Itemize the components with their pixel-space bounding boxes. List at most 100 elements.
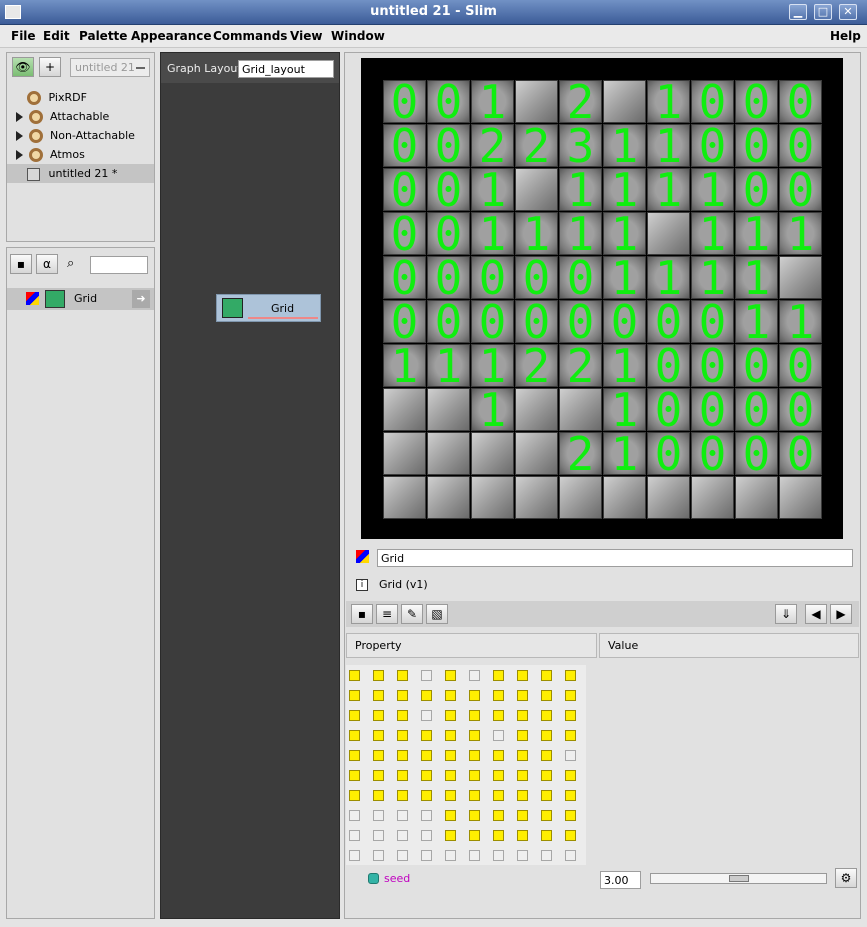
- cell-checkbox[interactable]: [373, 670, 384, 681]
- grid-cell[interactable]: [515, 432, 558, 475]
- grid-cell[interactable]: [515, 476, 558, 519]
- cell-checkbox[interactable]: [373, 850, 384, 861]
- cell-checkbox[interactable]: [493, 830, 504, 841]
- cell-checkbox[interactable]: [493, 850, 504, 861]
- library-combo[interactable]: untitled 21: [70, 58, 150, 77]
- cell-checkbox[interactable]: [349, 770, 360, 781]
- cell-checkbox[interactable]: [493, 790, 504, 801]
- cell-checkbox[interactable]: [469, 830, 480, 841]
- cell-checkbox[interactable]: [349, 750, 360, 761]
- list-icon-button[interactable]: ≡: [376, 604, 398, 624]
- grid-cell[interactable]: 0: [383, 256, 426, 299]
- grid-cell[interactable]: [515, 80, 558, 123]
- expand-arrow-icon[interactable]: [16, 112, 23, 122]
- grid-cell[interactable]: 2: [559, 80, 602, 123]
- grid-cell[interactable]: [383, 388, 426, 431]
- expand-arrow-icon[interactable]: [16, 150, 23, 160]
- cell-checkbox[interactable]: [445, 750, 456, 761]
- grid-cell[interactable]: 0: [383, 80, 426, 123]
- cell-checkbox[interactable]: [469, 850, 480, 861]
- grid-cell[interactable]: 1: [647, 80, 690, 123]
- settings-gear-button[interactable]: ⚙: [835, 868, 857, 888]
- search-input[interactable]: [90, 256, 148, 274]
- cell-checkbox[interactable]: [421, 670, 432, 681]
- grid-cell[interactable]: 0: [735, 388, 778, 431]
- cell-checkbox[interactable]: [565, 750, 576, 761]
- menu-commands[interactable]: Commands: [213, 29, 287, 43]
- cell-checkbox[interactable]: [397, 770, 408, 781]
- grid-cell[interactable]: [603, 476, 646, 519]
- cell-checkbox[interactable]: [565, 810, 576, 821]
- grid-cell[interactable]: 0: [647, 432, 690, 475]
- grid-cell[interactable]: 1: [735, 212, 778, 255]
- grid-cell[interactable]: 0: [515, 300, 558, 343]
- grid-cell[interactable]: 2: [559, 432, 602, 475]
- grid-cell[interactable]: 0: [383, 300, 426, 343]
- menu-help[interactable]: Help: [830, 29, 861, 43]
- grid-cell[interactable]: 0: [779, 432, 822, 475]
- cell-checkbox[interactable]: [373, 790, 384, 801]
- grid-cell[interactable]: 0: [647, 388, 690, 431]
- grid-cell[interactable]: [383, 476, 426, 519]
- grid-cell[interactable]: 0: [735, 168, 778, 211]
- cell-checkbox[interactable]: [349, 830, 360, 841]
- grid-cell[interactable]: 0: [383, 124, 426, 167]
- grid-cell[interactable]: 1: [735, 256, 778, 299]
- grid-cell[interactable]: 0: [559, 300, 602, 343]
- grid-cell[interactable]: [647, 476, 690, 519]
- cell-checkbox[interactable]: [349, 710, 360, 721]
- grid-cell[interactable]: 0: [735, 124, 778, 167]
- grid-cell[interactable]: 0: [427, 168, 470, 211]
- cell-checkbox[interactable]: [469, 710, 480, 721]
- cell-checkbox[interactable]: [397, 730, 408, 741]
- cell-checkbox[interactable]: [541, 830, 552, 841]
- cell-checkbox[interactable]: [373, 830, 384, 841]
- grid-cell[interactable]: 0: [427, 80, 470, 123]
- grid-cell[interactable]: 1: [603, 168, 646, 211]
- minimize-button[interactable]: ▁: [789, 4, 807, 20]
- grid-cell[interactable]: 1: [647, 168, 690, 211]
- grid-cell[interactable]: 1: [691, 212, 734, 255]
- cell-checkbox[interactable]: [349, 690, 360, 701]
- grid-cell[interactable]: 0: [383, 168, 426, 211]
- cell-checkbox[interactable]: [445, 830, 456, 841]
- cell-checkbox[interactable]: [373, 730, 384, 741]
- cell-checkbox[interactable]: [565, 830, 576, 841]
- previous-button[interactable]: ◀: [805, 604, 827, 624]
- cell-checkbox[interactable]: [541, 850, 552, 861]
- cell-checkbox[interactable]: [445, 770, 456, 781]
- cell-checkbox[interactable]: [517, 690, 528, 701]
- menu-palette[interactable]: Palette: [79, 29, 127, 43]
- maximize-button[interactable]: □: [814, 4, 832, 20]
- grid-cell[interactable]: 0: [779, 388, 822, 431]
- cell-checkbox[interactable]: [541, 710, 552, 721]
- graph-node-grid[interactable]: Grid: [216, 294, 321, 322]
- grid-cell[interactable]: 0: [515, 256, 558, 299]
- grid-cell[interactable]: 1: [559, 168, 602, 211]
- grid-cell[interactable]: 0: [779, 344, 822, 387]
- name-field[interactable]: [377, 549, 853, 567]
- grid-canvas[interactable]: 0012100000223110000011111000011111110000…: [361, 58, 843, 539]
- cell-checkbox[interactable]: [541, 750, 552, 761]
- grid-cell[interactable]: [735, 476, 778, 519]
- component-item-grid[interactable]: Grid ➜: [7, 288, 154, 310]
- grid-cell[interactable]: 1: [691, 168, 734, 211]
- grid-cell[interactable]: 0: [691, 300, 734, 343]
- cell-checkbox[interactable]: [373, 690, 384, 701]
- menu-window[interactable]: Window: [331, 29, 385, 43]
- grid-cell[interactable]: 1: [603, 344, 646, 387]
- grid-cell[interactable]: 0: [603, 300, 646, 343]
- grid-cell[interactable]: 0: [691, 344, 734, 387]
- cell-checkbox[interactable]: [469, 750, 480, 761]
- cell-checkbox[interactable]: [349, 790, 360, 801]
- cell-checkbox[interactable]: [349, 670, 360, 681]
- grid-cell[interactable]: 0: [779, 80, 822, 123]
- cell-checkbox[interactable]: [541, 690, 552, 701]
- graph-layout-input[interactable]: [238, 60, 334, 78]
- cell-checkbox[interactable]: [397, 810, 408, 821]
- cell-checkbox[interactable]: [517, 750, 528, 761]
- tree-item-non-attachable[interactable]: Non-Attachable: [7, 126, 154, 145]
- tree-item-attachable[interactable]: Attachable: [7, 107, 154, 126]
- tree-item-untitled-21[interactable]: untitled 21 *: [7, 164, 154, 183]
- grid-cell[interactable]: 0: [427, 124, 470, 167]
